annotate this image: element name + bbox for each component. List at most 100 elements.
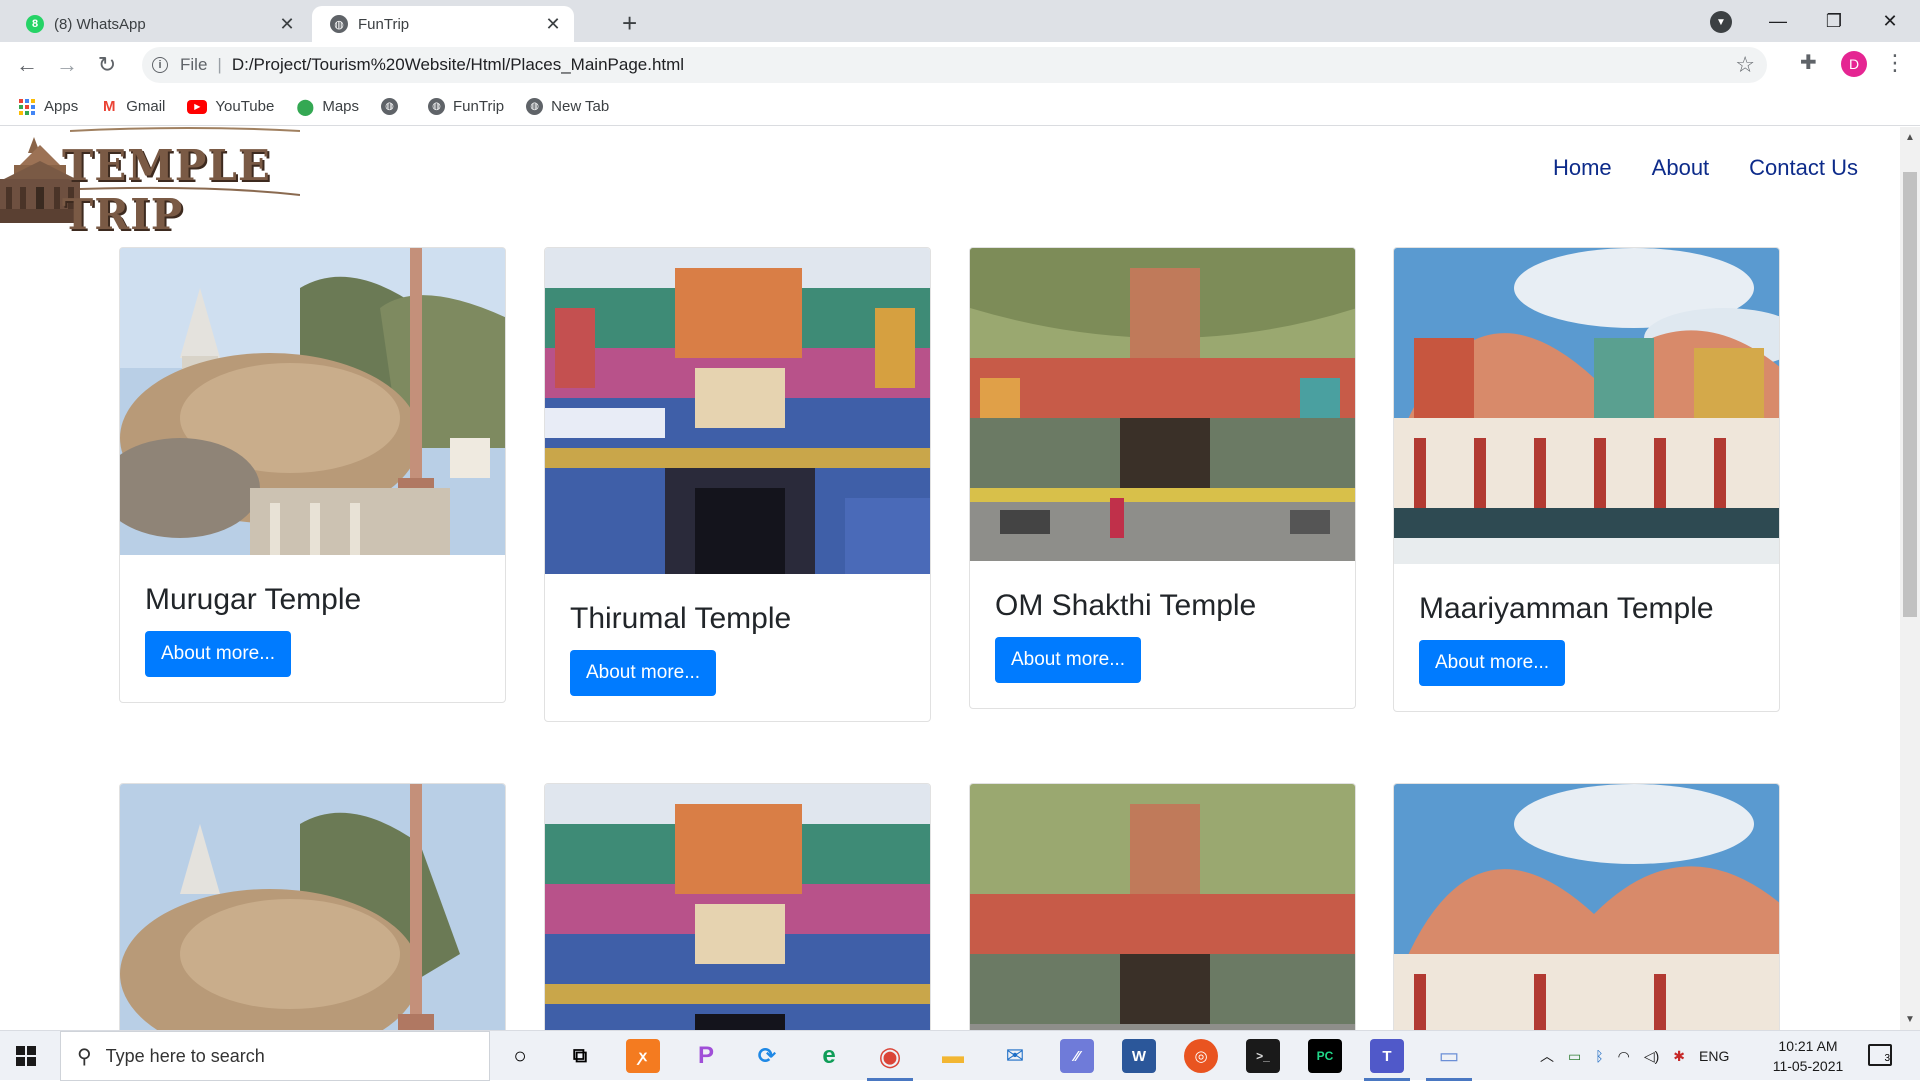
tab-title: (8) WhatsApp [54,15,146,33]
bookmark-label: FunTrip [453,98,505,115]
about-more-button[interactable]: About more... [570,650,717,696]
xampp-icon[interactable]: ꭗ [626,1039,660,1073]
browser-toolbar: ← → ↻ i File | D:/Project/Tourism%20Webs… [0,42,1920,88]
pycharm-icon[interactable]: PC [1308,1039,1342,1073]
url-text[interactable]: D:/Project/Tourism%20Website/Html/Places… [232,55,684,75]
pen-app-icon[interactable]: ⁄⁄ [1060,1039,1094,1073]
profile-avatar[interactable]: D [1841,51,1867,77]
teams-icon[interactable]: T [1364,1039,1410,1081]
taskbar-search-input[interactable]: ⚲ Type here to search [60,1031,490,1081]
about-more-button[interactable]: About more... [145,631,292,677]
tab-title: FunTrip [358,15,410,33]
app-tray-icon[interactable]: ✱ [1673,1048,1685,1065]
sync-icon[interactable]: ⟳ [750,1039,784,1073]
bookmark-gmail[interactable]: M Gmail [100,98,165,116]
tab-whatsapp[interactable]: 8 (8) WhatsApp ✕ [8,6,308,42]
clock-date: 11-05-2021 [1772,1058,1844,1074]
notification-center-icon[interactable]: 3 [1868,1044,1892,1066]
ubuntu-icon[interactable]: ◎ [1184,1039,1218,1073]
bookmark-label: Apps [44,98,79,115]
site-logo[interactable]: TEMPLE TRIP [0,127,300,239]
street-temple-photo [970,248,1355,561]
task-view-icon[interactable]: ⧉ [563,1039,597,1073]
close-window-icon[interactable]: ✕ [1862,0,1918,42]
wifi-icon[interactable]: ◠ [1618,1048,1630,1065]
reload-icon[interactable]: ↻ [92,50,122,80]
extensions-puzzle-icon[interactable]: ✚ [1800,50,1817,75]
bluetooth-icon[interactable]: ᛒ [1595,1048,1603,1064]
about-more-button[interactable]: About more... [1419,640,1566,686]
logo-wordmark: TEMPLE TRIP [62,141,271,239]
chrome-icon[interactable]: ◉ [867,1039,913,1081]
globe-icon: ◍ [330,15,348,33]
back-icon[interactable]: ← [12,50,42,80]
scroll-up-icon[interactable]: ▲ [1905,132,1915,143]
file-explorer-icon[interactable]: ▬ [936,1039,970,1073]
image-viewer-icon[interactable]: ▭ [1426,1039,1472,1081]
tab-search-icon[interactable]: ▼ [1710,11,1732,33]
apps-grid-icon [18,98,36,116]
page-scrollbar[interactable]: ▲ ▼ [1900,127,1920,1030]
place-card [544,783,931,1030]
volume-icon[interactable]: ◁) [1644,1048,1659,1065]
picsart-icon[interactable]: P [689,1039,723,1073]
cortana-icon[interactable]: ○ [503,1039,537,1073]
mail-icon[interactable]: ✉ [998,1039,1032,1073]
bookmark-label: New Tab [551,98,610,115]
language-indicator[interactable]: ENG [1699,1048,1729,1064]
card-title: OM Shakthi Temple [995,589,1257,622]
card-title: Maariyamman Temple [1419,592,1714,625]
bookmark-unnamed[interactable]: ◍ [381,98,406,115]
nav-contact-us[interactable]: Contact Us [1749,155,1858,181]
new-tab-button[interactable]: + [622,8,637,39]
card-title: Murugar Temple [145,583,362,616]
forward-icon[interactable]: → [52,50,82,80]
battery-icon[interactable]: ▭ [1568,1048,1581,1065]
about-more-button[interactable]: About more... [995,637,1142,683]
bookmark-star-icon[interactable]: ☆ [1735,52,1755,78]
chevron-up-icon[interactable]: ︿ [1540,1046,1554,1066]
whatsapp-icon: 8 [26,15,44,33]
sky-gopuram-photo [1394,784,1779,1030]
bookmark-label: Maps [322,98,360,115]
bookmark-maps[interactable]: ⬤ Maps [296,98,359,116]
site-info-icon[interactable]: i [152,57,168,73]
nav-about[interactable]: About [1652,155,1710,181]
bookmark-youtube[interactable]: ▶ YouTube [187,98,274,115]
notification-count: 3 [1884,1053,1890,1064]
main-nav: Home About Contact Us [1513,155,1858,181]
scroll-down-icon[interactable]: ▼ [1905,1014,1915,1025]
nav-home[interactable]: Home [1553,155,1612,181]
taskbar-clock[interactable]: 10:21 AM 11-05-2021 [1765,1036,1851,1076]
bookmark-apps[interactable]: Apps [18,98,78,116]
gopuram-blue-photo [545,784,930,1030]
search-icon: ⚲ [77,1045,92,1068]
bookmark-new-tab[interactable]: ◍ New Tab [526,98,609,115]
sky-gopuram-photo [1394,248,1779,564]
minimize-icon[interactable]: — [1750,0,1806,42]
terminal-icon[interactable]: >_ [1246,1039,1280,1073]
windows-start-icon[interactable] [16,1046,36,1066]
card-body: Thirumal Temple About more... [545,574,930,721]
url-scheme: File [180,55,208,74]
place-card: OM Shakthi Temple About more... [969,247,1356,709]
clock-time: 10:21 AM [1778,1038,1838,1054]
edge-icon[interactable]: e [812,1039,846,1073]
bookmark-funtrip[interactable]: ◍ FunTrip [428,98,504,115]
tab-funtrip[interactable]: ◍ FunTrip ✕ [312,6,574,42]
card-body: OM Shakthi Temple About more... [970,561,1355,708]
chrome-menu-icon[interactable]: ⋮ [1884,50,1906,76]
globe-icon: ◍ [381,98,399,115]
rock-temple-photo [120,784,505,1030]
close-tab-icon[interactable]: ✕ [540,14,566,35]
card-body: Murugar Temple About more... [120,555,505,702]
place-card: Murugar Temple About more... [119,247,506,703]
restore-icon[interactable]: ❐ [1806,0,1862,42]
close-tab-icon[interactable]: ✕ [274,14,300,35]
street-temple-photo [970,784,1355,1030]
gmail-icon: M [102,98,116,115]
scrollbar-thumb[interactable] [1903,172,1917,617]
page-viewport: TEMPLE TRIP Home About Contact Us Muruga… [0,127,1900,1030]
address-bar[interactable]: i File | D:/Project/Tourism%20Website/Ht… [142,47,1767,83]
word-icon[interactable]: W [1122,1039,1156,1073]
